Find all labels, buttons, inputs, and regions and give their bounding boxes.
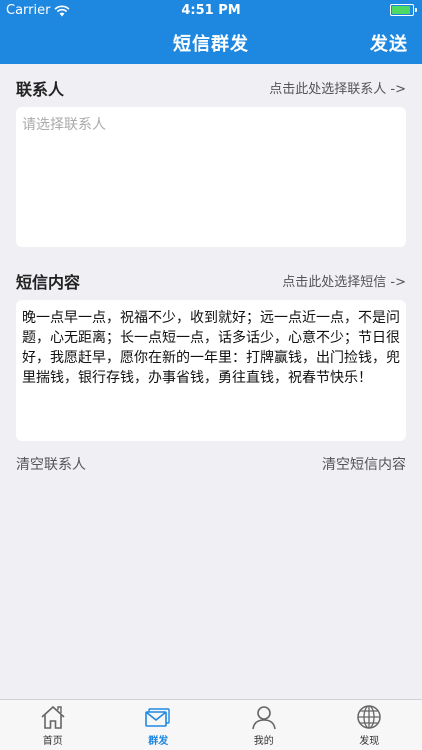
- globe-icon: [357, 704, 381, 729]
- select-message-link[interactable]: 点击此处选择短信 ->: [282, 271, 406, 290]
- select-contacts-link[interactable]: 点击此处选择联系人 ->: [269, 78, 406, 97]
- clear-contacts-button[interactable]: 清空联系人: [16, 454, 86, 474]
- message-header: 短信内容 点击此处选择短信 ->: [16, 269, 406, 293]
- message-title: 短信内容: [16, 273, 81, 292]
- tab-profile-label: 我的: [253, 735, 274, 747]
- mail-icon: [145, 707, 170, 727]
- clear-message-button[interactable]: 清空短信内容: [322, 454, 406, 474]
- message-content: 晚一点早一点，祝福不少，收到就好；远一点近一点，不是问题，心无距离；长一点短一点…: [22, 310, 400, 386]
- send-button[interactable]: 发送: [370, 30, 408, 56]
- contacts-title: 联系人: [16, 80, 65, 99]
- contacts-input[interactable]: 请选择联系人: [16, 107, 406, 247]
- navigation-bar: Carrier 4:51 PM 短信群发 发送: [0, 0, 422, 64]
- battery-indicator: [390, 4, 417, 16]
- battery-fill: [392, 6, 410, 14]
- battery-icon: [390, 4, 417, 16]
- tab-home-label: 首页: [42, 735, 63, 747]
- tab-profile[interactable]: 我的: [211, 700, 317, 750]
- tab-discover-label: 发现: [359, 735, 380, 747]
- tab-broadcast[interactable]: 群发: [106, 700, 212, 750]
- message-input[interactable]: 晚一点早一点，祝福不少，收到就好；远一点近一点，不是问题，心无距离；长一点短一点…: [16, 300, 406, 441]
- tab-bar: 首页 群发 我的 发现: [0, 699, 422, 750]
- user-icon: [251, 705, 276, 729]
- contacts-header: 联系人 点击此处选择联系人 ->: [16, 76, 406, 100]
- tab-home[interactable]: 首页: [0, 700, 106, 750]
- tab-broadcast-label: 群发: [148, 735, 169, 747]
- status-bar: Carrier 4:51 PM: [0, 0, 422, 22]
- page-title: 短信群发: [173, 34, 249, 55]
- home-icon: [41, 705, 65, 729]
- tab-discover[interactable]: 发现: [317, 700, 422, 750]
- status-time: 4:51 PM: [181, 3, 241, 18]
- contacts-placeholder: 请选择联系人: [22, 117, 106, 133]
